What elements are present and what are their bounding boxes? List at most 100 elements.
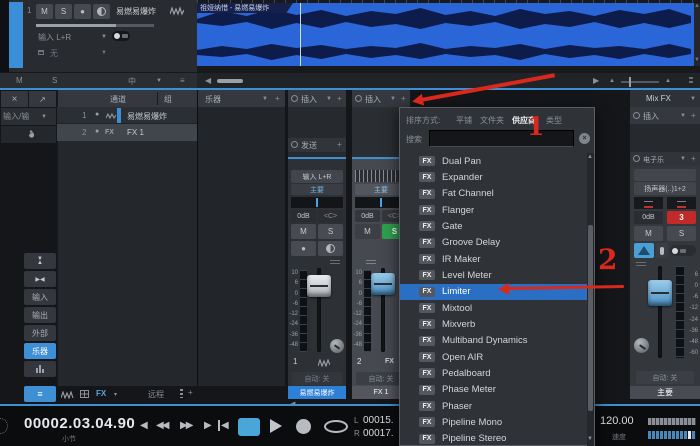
footer-solo-button[interactable]: S: [52, 76, 57, 85]
insert-add-icon[interactable]: +: [337, 94, 342, 103]
track-input-select[interactable]: 输入 L+R: [38, 32, 71, 43]
console-fx-button[interactable]: FX: [96, 389, 106, 398]
plugin-item[interactable]: FXPhase Meter: [400, 382, 588, 398]
insert-chevron-icon[interactable]: ▼: [680, 113, 686, 119]
main-output-device[interactable]: 扬声器(..)1+2: [634, 182, 696, 195]
insert-chevron-icon[interactable]: ▼: [390, 96, 396, 102]
track-input-toggle[interactable]: [112, 31, 130, 41]
next-marker-button[interactable]: ▶: [204, 420, 212, 431]
fast-forward-button[interactable]: ▶▶: [180, 420, 191, 431]
footer-chevron-down-icon[interactable]: ▼: [156, 78, 162, 84]
show-outputs-button[interactable]: 输出: [24, 307, 56, 323]
plugin-item[interactable]: FXFat Channel: [400, 186, 588, 202]
search-input[interactable]: [429, 130, 574, 147]
strip1-mute-button[interactable]: M: [291, 224, 316, 239]
main-cue-slot[interactable]: [634, 169, 696, 181]
strip1-volume-value[interactable]: 0dB: [291, 210, 316, 222]
main-automation-button[interactable]: 自动: 关: [636, 371, 694, 384]
track-mute-button[interactable]: M: [36, 4, 53, 19]
insert-chevron-icon[interactable]: ▼: [326, 96, 332, 102]
main-balance-right[interactable]: [667, 197, 696, 209]
track-instrument-select[interactable]: 无: [50, 48, 58, 59]
strip2-fader-handle[interactable]: [371, 273, 395, 295]
footer-mute-button[interactable]: M: [16, 76, 23, 85]
plugin-item[interactable]: FXOpen AIR: [400, 349, 588, 365]
sends-add-icon[interactable]: +: [691, 154, 696, 163]
footer-menu-icon[interactable]: ≡: [180, 76, 185, 85]
fx-chevron-icon[interactable]: ▾: [114, 391, 117, 398]
return-to-start-button[interactable]: ◀: [218, 420, 229, 431]
plugin-item[interactable]: FXPipeline Stereo: [400, 431, 588, 446]
stop-button[interactable]: [238, 418, 260, 436]
main-mono-button[interactable]: [656, 243, 668, 258]
insert-add-icon[interactable]: +: [401, 94, 406, 103]
setup-wrench-button[interactable]: [1, 126, 56, 143]
footer-center-button[interactable]: 中: [128, 76, 136, 87]
main-toggle[interactable]: [670, 245, 696, 256]
plugin-item[interactable]: FXGroove Delay: [400, 235, 588, 251]
console-close-button[interactable]: ×: [1, 91, 28, 107]
loop-dial-icon[interactable]: [0, 418, 8, 434]
plugin-item[interactable]: FXExpander: [400, 169, 588, 185]
track-color-bar[interactable]: [9, 2, 23, 68]
show-external-button[interactable]: 外部: [24, 325, 56, 341]
sends-chevron-icon[interactable]: ▼: [680, 156, 686, 162]
zoom-slider[interactable]: [621, 81, 659, 83]
strip1-solo-button[interactable]: S: [318, 224, 343, 239]
sends-power-icon[interactable]: [633, 155, 640, 162]
more-dots-icon[interactable]: [180, 389, 183, 398]
strip1-name-label[interactable]: 易燃易爆炸: [288, 386, 346, 399]
scrollbar-up-icon[interactable]: ▲: [587, 154, 593, 160]
main-solo-button[interactable]: S: [667, 226, 696, 241]
column-channel[interactable]: 通道: [110, 94, 126, 105]
main-mute-button[interactable]: M: [634, 226, 663, 241]
time-display[interactable]: 00002.03.04.90: [24, 415, 135, 432]
plugin-item[interactable]: FXPhaser: [400, 398, 588, 414]
strip1-input-select[interactable]: 输入 L+R: [291, 170, 343, 183]
record-dot-icon[interactable]: ●: [95, 111, 99, 118]
sort-type-option[interactable]: 类型: [546, 115, 562, 126]
zoom-out-icon[interactable]: ▲: [609, 78, 615, 84]
plugin-item[interactable]: FXMixverb: [400, 316, 588, 332]
strip1-monitor-button[interactable]: [318, 241, 343, 256]
strip1-output-select[interactable]: 主要: [291, 184, 343, 195]
plugin-item[interactable]: FXMixtool: [400, 300, 588, 316]
time-unit-label[interactable]: 小节: [62, 434, 76, 444]
strip2-mute-button[interactable]: M: [355, 224, 380, 239]
main-volume-value[interactable]: 0dB: [634, 211, 663, 224]
show-instruments-button[interactable]: 乐器: [24, 343, 56, 359]
track-name[interactable]: 易燃易爆炸: [116, 6, 156, 17]
search-clear-button[interactable]: ×: [579, 133, 590, 144]
plugin-item[interactable]: FXPedalboard: [400, 365, 588, 381]
strip1-automation-button[interactable]: 自动: 关: [292, 372, 342, 385]
plugin-item[interactable]: FXFlanger: [400, 202, 588, 218]
layout-grid-icon[interactable]: [80, 390, 89, 398]
arrange-scrollbar-right[interactable]: ▲▼: [694, 3, 700, 66]
io-mode-select[interactable]: 输入/输▼: [1, 108, 56, 125]
strip1-record-button[interactable]: ●: [291, 241, 316, 256]
add-bank-plus-icon[interactable]: +: [188, 388, 193, 397]
narrow-strips-button[interactable]: ▶◀: [24, 271, 56, 287]
strip1-cue-knob[interactable]: [330, 339, 344, 353]
column-group[interactable]: 组: [164, 94, 172, 105]
send-add-icon[interactable]: +: [337, 140, 342, 149]
strip1-fader-handle[interactable]: [307, 275, 331, 297]
insert-power-icon[interactable]: [291, 95, 298, 102]
instrument-chevron-down-icon[interactable]: ▼: [101, 50, 107, 56]
strip2-volume-value[interactable]: 0dB: [355, 210, 380, 222]
plugin-item[interactable]: FXLevel Meter: [400, 267, 588, 283]
sort-folder-option[interactable]: 文件夹: [480, 115, 504, 126]
scrollbar-thumb[interactable]: [588, 225, 593, 411]
main-cue-knob[interactable]: [634, 338, 649, 353]
tempo-value[interactable]: 120.00: [600, 415, 634, 427]
zoom-in-icon[interactable]: ▲: [665, 78, 671, 84]
strip1-pan-value[interactable]: <C>: [318, 210, 343, 222]
strip1-pan-control[interactable]: [291, 197, 343, 208]
channel-row-2[interactable]: 2 ● FX FX 1: [57, 124, 197, 141]
plugin-item[interactable]: FXIR Maker: [400, 251, 588, 267]
insert-power-icon[interactable]: [355, 95, 362, 102]
remote-label[interactable]: 远程: [148, 389, 164, 400]
main-mixfx-header[interactable]: Mix FX ▼: [630, 90, 700, 107]
track-record-arm-button[interactable]: ●: [74, 4, 91, 19]
plugin-item[interactable]: FXDual Pan: [400, 153, 588, 169]
